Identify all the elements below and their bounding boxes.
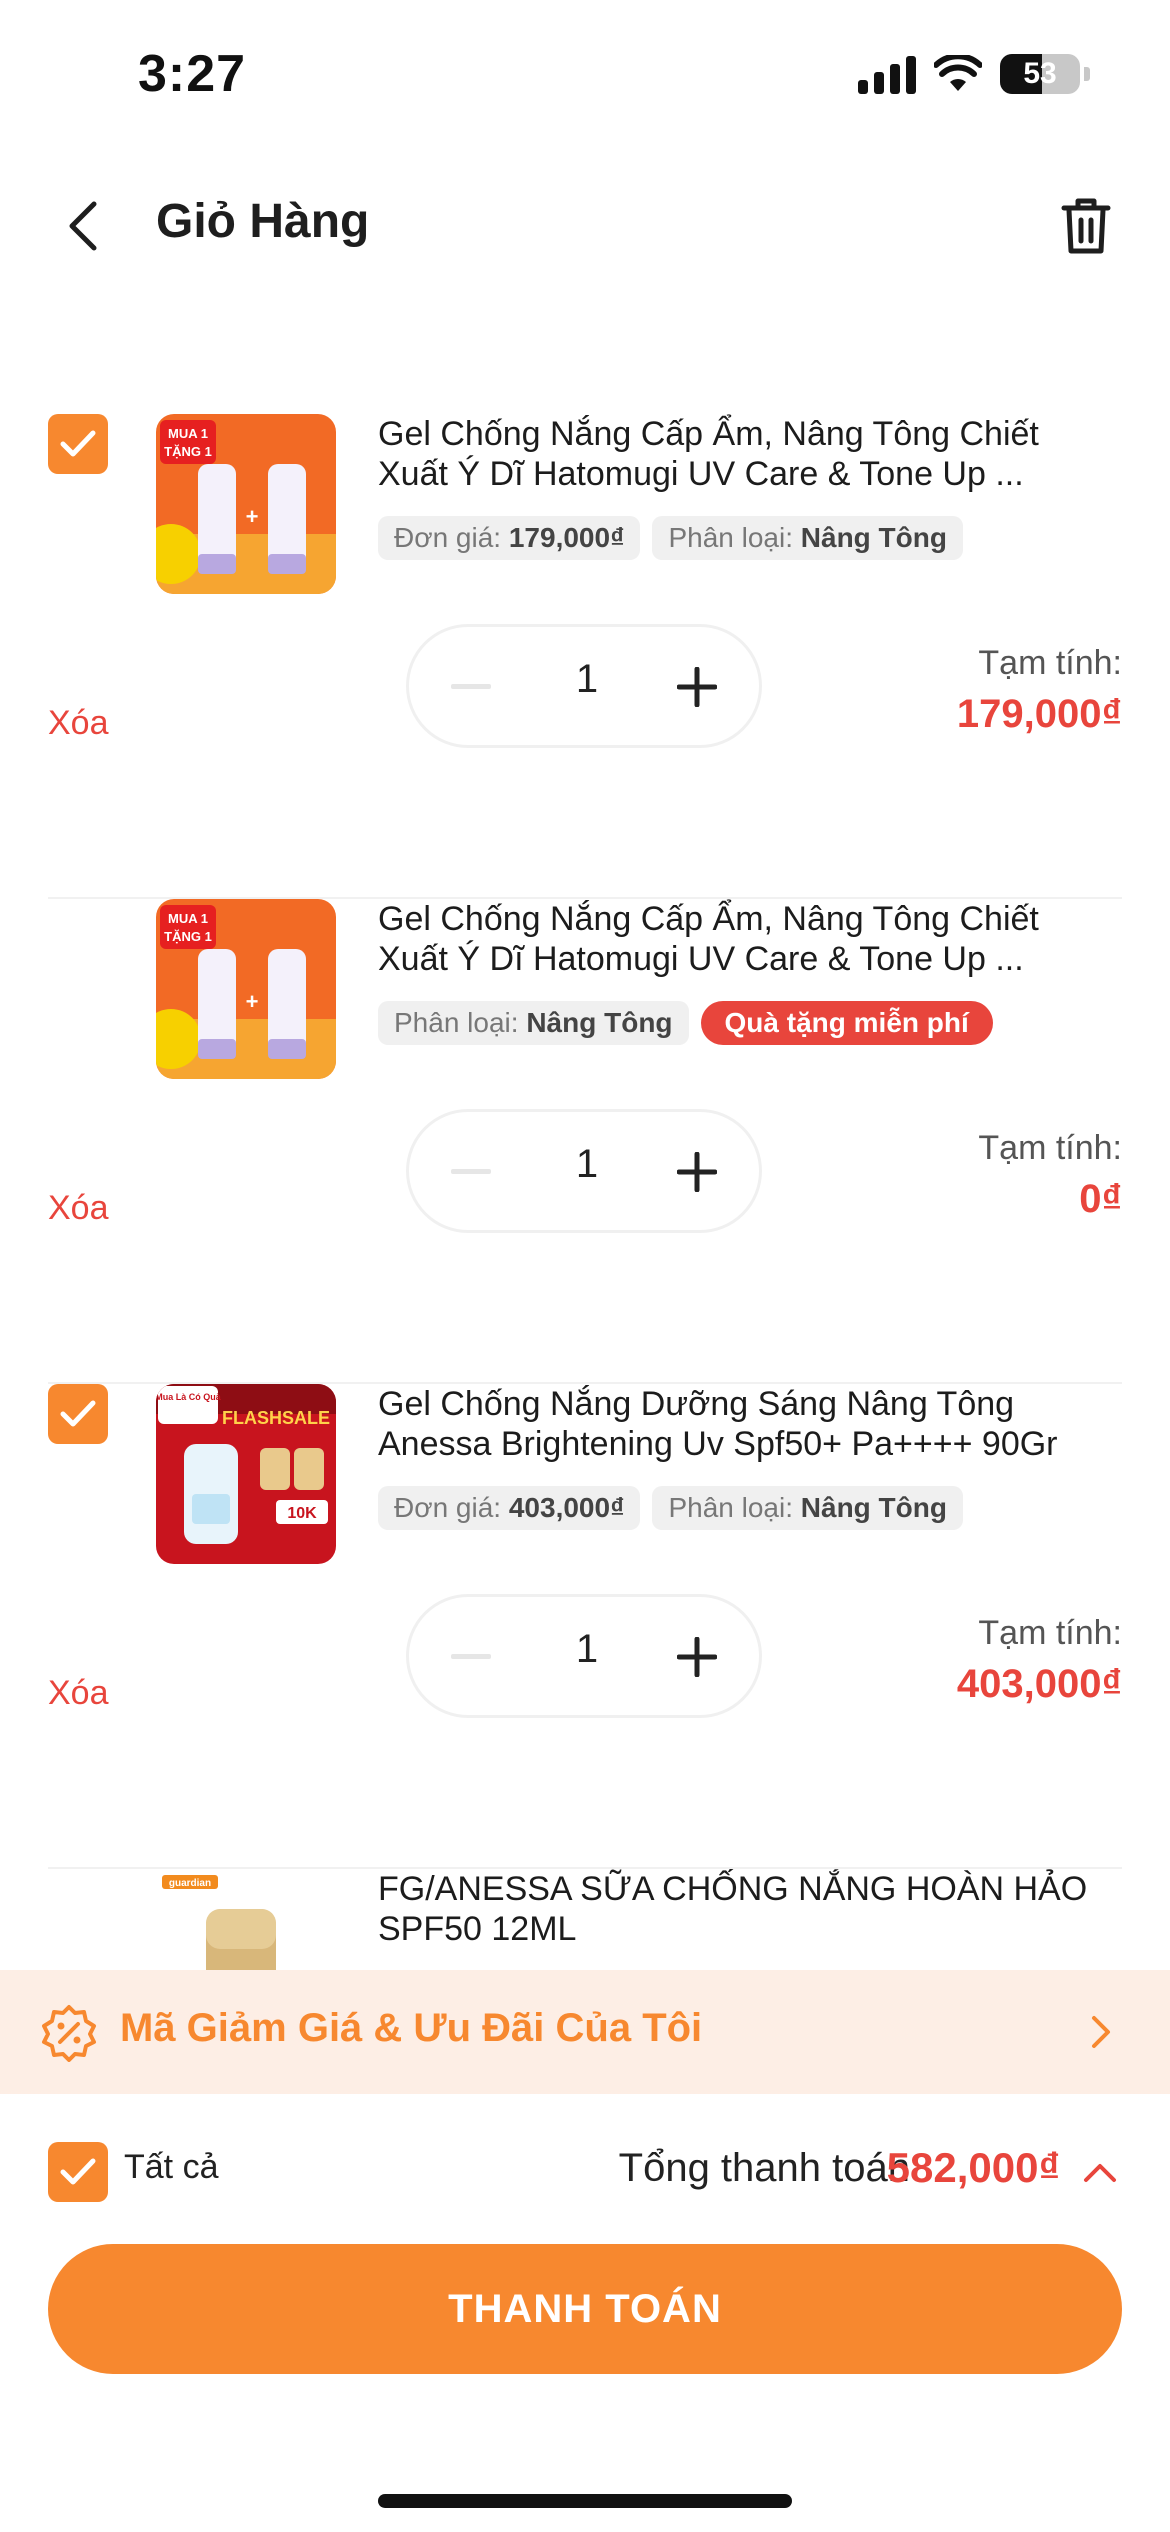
- battery-icon: 53: [1000, 54, 1080, 94]
- decrease-quantity-button[interactable]: [439, 1140, 503, 1204]
- product-tags: Đơn giá: 179,000₫ Phân loại: Nâng Tông: [378, 516, 963, 560]
- decrease-quantity-button[interactable]: [439, 655, 503, 719]
- variant-tag[interactable]: Phân loại: Nâng Tông: [378, 1001, 689, 1045]
- cart-item: guardian FG/ANESSA SỮA CHỐNG NẮNG HOÀN H…: [0, 1869, 1170, 1970]
- back-button[interactable]: [48, 190, 120, 262]
- svg-text:FLASHSALE: FLASHSALE: [222, 1408, 330, 1428]
- subtotal-value: 0₫: [1079, 1177, 1122, 1221]
- wifi-icon: [934, 55, 982, 91]
- item-checkbox[interactable]: [48, 414, 108, 474]
- plus-icon: [677, 667, 717, 707]
- header: Giỏ Hàng: [0, 170, 1170, 280]
- select-all-label[interactable]: Tất cả: [124, 2148, 218, 2187]
- checkout-footer: Tất cả Tổng thanh toán 582,000₫ THANH TO…: [0, 2094, 1170, 2532]
- increase-quantity-button[interactable]: [665, 1140, 729, 1204]
- total-value: 582,000₫: [886, 2144, 1060, 2191]
- voucher-bar[interactable]: Mã Giảm Giá & Ưu Đãi Của Tôi: [0, 1970, 1170, 2094]
- product-image[interactable]: guardian: [156, 1869, 336, 1970]
- select-all-checkbox[interactable]: [48, 2142, 108, 2202]
- check-icon: [60, 430, 96, 457]
- item-checkbox[interactable]: [48, 1384, 108, 1444]
- product-name[interactable]: Gel Chống Nắng Cấp Ẩm, Nâng Tông Chiết X…: [378, 899, 1118, 979]
- product-tags: Đơn giá: 403,000₫ Phân loại: Nâng Tông: [378, 1486, 963, 1530]
- status-time: 3:27: [138, 45, 247, 103]
- cellular-signal-icon: [858, 54, 916, 94]
- quantity-stepper: 1: [406, 1594, 762, 1718]
- variant-tag[interactable]: Phân loại: Nâng Tông: [652, 1486, 963, 1530]
- quantity-stepper: 1: [406, 1109, 762, 1233]
- subtotal-label: Tạm tính:: [978, 1129, 1122, 1167]
- svg-text:+: +: [246, 504, 259, 529]
- svg-text:MUA 1: MUA 1: [168, 426, 208, 441]
- cart-item: MUA 1 TẶNG 1 + Gel Chống Nắng Cấp Ẩm, Nâ…: [0, 899, 1170, 1384]
- product-image[interactable]: MUA 1 TẶNG 1 +: [156, 414, 336, 594]
- home-indicator: [378, 2494, 792, 2508]
- subtotal-label: Tạm tính:: [978, 644, 1122, 682]
- increase-quantity-button[interactable]: [665, 655, 729, 719]
- page-title: Giỏ Hàng: [156, 195, 370, 248]
- remove-item-button[interactable]: Xóa: [48, 704, 109, 743]
- check-icon: [60, 2158, 96, 2185]
- total-label: Tổng thanh toán: [618, 2146, 910, 2190]
- minus-icon: [451, 1654, 491, 1659]
- svg-text:TẶNG 1: TẶNG 1: [164, 929, 212, 944]
- voucher-label: Mã Giảm Giá & Ưu Đãi Của Tôi: [120, 2006, 703, 2050]
- svg-text:Mua Là Có Quà: Mua Là Có Quà: [156, 1392, 222, 1402]
- increase-quantity-button[interactable]: [665, 1625, 729, 1689]
- check-icon: [60, 1400, 96, 1427]
- minus-icon: [451, 1169, 491, 1174]
- gift-badge: Quà tặng miễn phí: [700, 1001, 993, 1045]
- svg-text:+: +: [246, 989, 259, 1014]
- plus-icon: [677, 1152, 717, 1192]
- quantity-value[interactable]: 1: [529, 657, 645, 702]
- quantity-value[interactable]: 1: [529, 1142, 645, 1187]
- svg-text:MUA 1: MUA 1: [168, 911, 208, 926]
- quantity-value[interactable]: 1: [529, 1627, 645, 1672]
- svg-text:guardian: guardian: [169, 1878, 211, 1889]
- battery-level: 53: [1023, 57, 1057, 90]
- product-image[interactable]: MUA 1 TẶNG 1 +: [156, 899, 336, 1079]
- trash-icon: [1061, 198, 1111, 254]
- plus-icon: [677, 1637, 717, 1677]
- battery-tip: [1084, 67, 1090, 81]
- checkout-button[interactable]: THANH TOÁN: [48, 2244, 1122, 2374]
- minus-icon: [451, 684, 491, 689]
- status-bar: 3:27 53: [0, 0, 1170, 150]
- subtotal-value: 179,000₫: [956, 692, 1122, 736]
- chevron-right-icon: [1092, 2016, 1110, 2048]
- svg-text:10K: 10K: [287, 1505, 317, 1522]
- delete-all-button[interactable]: [1050, 190, 1122, 262]
- chevron-left-icon: [69, 201, 97, 251]
- status-icons: 53: [858, 54, 1090, 94]
- subtotal-label: Tạm tính:: [978, 1614, 1122, 1652]
- remove-item-button[interactable]: Xóa: [48, 1674, 109, 1713]
- discount-badge-icon: [42, 2005, 96, 2062]
- svg-text:TẶNG 1: TẶNG 1: [164, 444, 212, 459]
- chevron-up-icon[interactable]: [1078, 2150, 1122, 2194]
- remove-item-button[interactable]: Xóa: [48, 1189, 109, 1228]
- product-name[interactable]: FG/ANESSA SỮA CHỐNG NẮNG HOÀN HẢO SPF50 …: [378, 1869, 1118, 1949]
- subtotal-value: 403,000₫: [956, 1662, 1122, 1706]
- product-tags: Phân loại: Nâng Tông Quà tặng miễn phí: [378, 1001, 993, 1045]
- unit-price-tag: Đơn giá: 179,000₫: [378, 516, 641, 560]
- quantity-stepper: 1: [406, 624, 762, 748]
- variant-tag[interactable]: Phân loại: Nâng Tông: [652, 516, 963, 560]
- product-name[interactable]: Gel Chống Nắng Dưỡng Sáng Nâng Tông Anes…: [378, 1384, 1118, 1464]
- product-image[interactable]: Mua Là Có Quà FLASHSALE 10K: [156, 1384, 336, 1564]
- product-name[interactable]: Gel Chống Nắng Cấp Ẩm, Nâng Tông Chiết X…: [378, 414, 1118, 494]
- cart-item: MUA 1 TẶNG 1 + Gel Chống Nắng Cấp Ẩm, Nâ…: [0, 414, 1170, 899]
- unit-price-tag: Đơn giá: 403,000₫: [378, 1486, 641, 1530]
- cart-item: Mua Là Có Quà FLASHSALE 10K Gel Chống Nắ…: [0, 1384, 1170, 1869]
- decrease-quantity-button[interactable]: [439, 1625, 503, 1689]
